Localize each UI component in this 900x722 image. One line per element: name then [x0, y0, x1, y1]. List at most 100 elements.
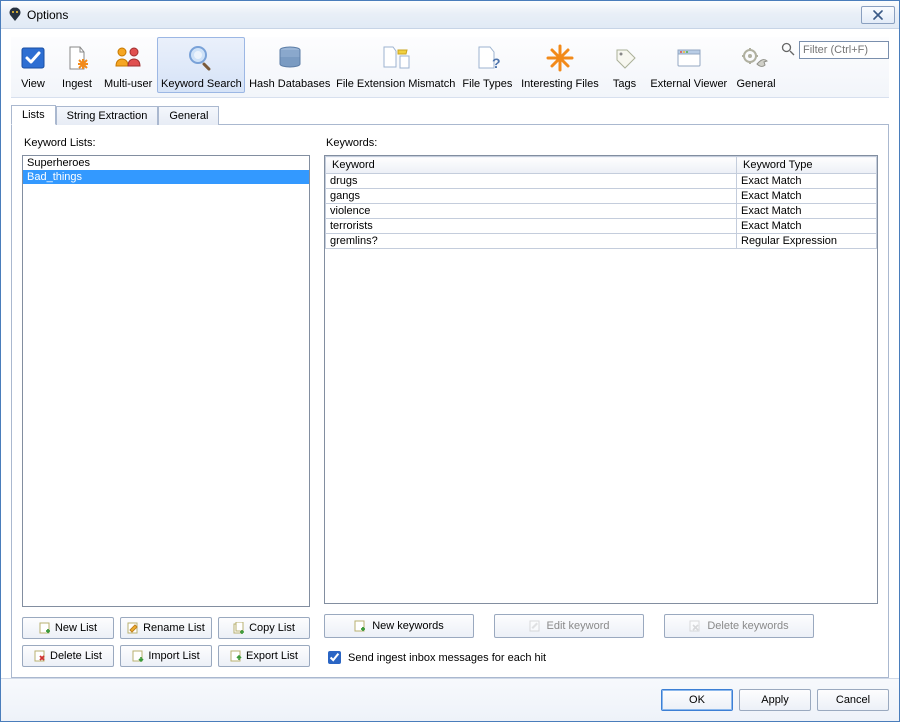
button-label: Export List — [246, 650, 298, 662]
view-icon — [17, 42, 49, 74]
filter-area — [781, 37, 889, 59]
toolbar-interesting-files[interactable]: Interesting Files — [517, 37, 602, 93]
toolbar-file-types[interactable]: ? File Types — [457, 37, 517, 93]
cell-keyword: gremlins? — [326, 234, 737, 249]
cell-keyword-type: Exact Match — [737, 219, 877, 234]
toolbar-label: Hash Databases — [249, 78, 330, 90]
keyword-lists-pane: Keyword Lists: SuperheroesBad_things New… — [22, 135, 310, 667]
cell-keyword: terrorists — [326, 219, 737, 234]
keywords-table-wrap[interactable]: Keyword Keyword Type drugsExact Matchgan… — [324, 155, 878, 604]
tag-icon — [609, 42, 641, 74]
toolbar-ingest[interactable]: Ingest — [55, 37, 99, 93]
toolbar-multi-user[interactable]: Multi-user — [99, 37, 157, 93]
table-row[interactable]: violenceExact Match — [326, 204, 877, 219]
button-label: Delete List — [50, 650, 102, 662]
send-ingest-checkbox[interactable] — [328, 651, 341, 664]
copy-list-button[interactable]: Copy List — [218, 617, 310, 639]
delete-icon — [34, 650, 46, 662]
export-icon — [230, 650, 242, 662]
list-item[interactable]: Bad_things — [23, 170, 309, 184]
new-keywords-button[interactable]: New keywords — [324, 614, 474, 638]
list-item[interactable]: Superheroes — [23, 156, 309, 170]
tab-label: General — [169, 110, 208, 122]
keywords-pane: Keywords: Keyword Keyword Type drugsExac… — [324, 135, 878, 667]
interesting-files-icon — [544, 42, 576, 74]
toolbar-keyword-search[interactable]: Keyword Search — [157, 37, 245, 93]
delete-icon — [689, 620, 701, 632]
button-label: Delete keywords — [707, 620, 788, 632]
titlebar: Options — [1, 1, 899, 29]
cell-keyword: gangs — [326, 189, 737, 204]
tab-label: String Extraction — [67, 110, 148, 122]
search-icon — [185, 42, 217, 74]
table-row[interactable]: drugsExact Match — [326, 174, 877, 189]
delete-list-button[interactable]: Delete List — [22, 645, 114, 667]
copy-icon — [233, 622, 245, 634]
cancel-button[interactable]: Cancel — [817, 689, 889, 711]
toolbar-label: General — [736, 78, 775, 90]
new-icon — [39, 622, 51, 634]
table-row[interactable]: gangsExact Match — [326, 189, 877, 204]
toolbar-tags[interactable]: Tags — [603, 37, 647, 93]
toolbar-file-extension-mismatch[interactable]: File Extension Mismatch — [334, 37, 457, 93]
button-label: New keywords — [372, 620, 444, 632]
cell-keyword-type: Regular Expression — [737, 234, 877, 249]
button-label: Copy List — [249, 622, 295, 634]
toolbar-label: View — [21, 78, 45, 90]
toolbar-external-viewer[interactable]: External Viewer — [647, 37, 732, 93]
file-ext-mismatch-icon — [380, 42, 412, 74]
keywords-label: Keywords: — [326, 137, 876, 149]
send-ingest-checkbox-row[interactable]: Send ingest inbox messages for each hit — [324, 648, 878, 667]
table-row[interactable]: terroristsExact Match — [326, 219, 877, 234]
col-keyword[interactable]: Keyword — [326, 157, 737, 174]
cell-keyword-type: Exact Match — [737, 204, 877, 219]
dialog-footer: OK Apply Cancel — [1, 678, 899, 721]
tab-panel-lists: Keyword Lists: SuperheroesBad_things New… — [11, 124, 889, 678]
file-types-icon: ? — [471, 42, 503, 74]
keywords-table: Keyword Keyword Type drugsExact Matchgan… — [325, 156, 877, 249]
edit-icon — [529, 620, 541, 632]
col-keyword-type[interactable]: Keyword Type — [737, 157, 877, 174]
ingest-icon — [61, 42, 93, 74]
toolbar-label: External Viewer — [650, 78, 727, 90]
toolbar-hash-databases[interactable]: Hash Databases — [245, 37, 334, 93]
tab-lists[interactable]: Lists — [11, 105, 56, 125]
toolbar-label: Ingest — [62, 78, 92, 90]
toolbar-general[interactable]: General — [731, 37, 781, 93]
import-list-button[interactable]: Import List — [120, 645, 212, 667]
import-icon — [132, 650, 144, 662]
toolbar-label: File Types — [462, 78, 512, 90]
toolbar-label: Interesting Files — [521, 78, 599, 90]
toolbar-label: File Extension Mismatch — [336, 78, 455, 90]
tab-general[interactable]: General — [158, 106, 219, 125]
ok-button[interactable]: OK — [661, 689, 733, 711]
toolbar-view[interactable]: View — [11, 37, 55, 93]
rename-icon — [127, 622, 139, 634]
cell-keyword: drugs — [326, 174, 737, 189]
search-icon — [781, 42, 795, 59]
rename-list-button[interactable]: Rename List — [120, 617, 212, 639]
new-list-button[interactable]: New List — [22, 617, 114, 639]
button-label: Edit keyword — [547, 620, 610, 632]
tabs-row: Lists String Extraction General — [1, 98, 899, 124]
new-icon — [354, 620, 366, 632]
delete-keywords-button: Delete keywords — [664, 614, 814, 638]
export-list-button[interactable]: Export List — [218, 645, 310, 667]
cell-keyword-type: Exact Match — [737, 174, 877, 189]
tab-string-extraction[interactable]: String Extraction — [56, 106, 159, 125]
keyword-lists-listbox[interactable]: SuperheroesBad_things — [22, 155, 310, 607]
edit-keyword-button: Edit keyword — [494, 614, 644, 638]
close-icon — [871, 10, 885, 20]
toolbar: View Ingest Multi-user Keyword Search Ha… — [1, 29, 899, 98]
toolbar-label: Tags — [613, 78, 636, 90]
tab-label: Lists — [22, 109, 45, 121]
external-viewer-icon — [673, 42, 705, 74]
window-close-button[interactable] — [861, 6, 895, 24]
cell-keyword-type: Exact Match — [737, 189, 877, 204]
table-row[interactable]: gremlins?Regular Expression — [326, 234, 877, 249]
toolbar-label: Multi-user — [104, 78, 152, 90]
filter-input[interactable] — [799, 41, 889, 59]
svg-text:?: ? — [492, 55, 501, 71]
multi-user-icon — [112, 42, 144, 74]
apply-button[interactable]: Apply — [739, 689, 811, 711]
